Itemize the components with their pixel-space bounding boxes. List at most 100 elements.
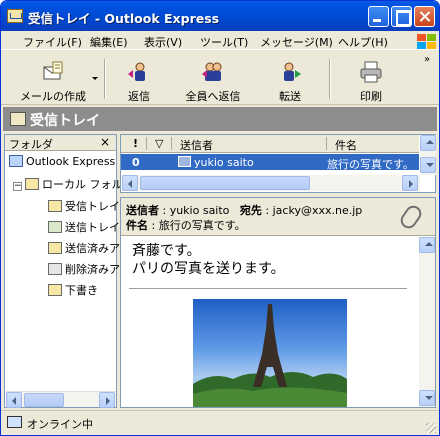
paperclip-icon[interactable]	[397, 202, 425, 232]
folders-pane: フォルダ × Outlook Express − ローカル フォルダ 受信トレイ …	[4, 134, 152, 408]
close-icon[interactable]: ×	[100, 135, 110, 149]
close-window-button[interactable]	[414, 6, 435, 27]
forward-label: 転送	[279, 90, 301, 103]
current-folder-title: 受信トレイ	[30, 113, 100, 129]
column-from[interactable]: 送信者	[180, 137, 213, 153]
scroll-down-button[interactable]	[420, 157, 436, 173]
from-cell: yukio saito	[194, 156, 254, 169]
menu-view[interactable]: 表示(V)	[144, 34, 182, 50]
message-body-line: パリの写真を送ります。	[132, 261, 285, 277]
print-button[interactable]: 印刷	[345, 57, 397, 105]
scroll-left-button[interactable]	[122, 175, 138, 191]
inbox-icon	[48, 200, 62, 212]
from-label: 送信者	[126, 204, 159, 217]
envelope-icon	[178, 156, 191, 167]
message-list-horizontal-scrollbar[interactable]	[122, 175, 420, 191]
column-divider[interactable]	[326, 137, 327, 150]
menu-help[interactable]: ヘルプ(H)	[338, 34, 388, 50]
printer-icon	[359, 61, 383, 83]
to-value: jacky@xxx.ne.jp	[272, 204, 363, 217]
folders-horizontal-scrollbar[interactable]	[6, 391, 116, 408]
outlook-express-window: 受信トレイ - Outlook Express ファイル(F) 編集(E) 表示…	[0, 0, 440, 436]
sent-items-icon	[48, 242, 62, 254]
print-label: 印刷	[360, 90, 382, 103]
menu-bar: ファイル(F) 編集(E) 表示(V) ツール(T) メッセージ(M) ヘルプ(…	[1, 31, 439, 50]
tree-item-label: 下書き	[65, 284, 98, 297]
column-divider[interactable]	[171, 137, 172, 150]
preview-vertical-scrollbar[interactable]	[419, 237, 435, 407]
create-mail-button[interactable]: メールの作成	[17, 57, 89, 105]
new-mail-icon	[41, 61, 65, 83]
menu-message[interactable]: メッセージ(M)	[260, 34, 333, 50]
inbox-icon	[10, 112, 26, 126]
to-label: 宛先	[239, 204, 262, 217]
scroll-thumb[interactable]	[140, 176, 310, 190]
scroll-right-button[interactable]	[402, 175, 418, 191]
tree-item-inbox[interactable]: 受信トレイ	[48, 198, 120, 214]
tree-item-label: 送信トレイ	[65, 221, 120, 234]
resize-grip[interactable]	[426, 423, 436, 433]
outlook-express-icon	[9, 155, 23, 167]
online-status-icon	[7, 416, 22, 428]
deleted-items-icon	[48, 263, 62, 275]
maximize-button[interactable]	[391, 6, 412, 27]
tree-item-local-folders[interactable]: − ローカル フォルダ	[13, 176, 134, 192]
collapse-icon[interactable]: −	[13, 182, 22, 191]
column-divider[interactable]	[146, 137, 147, 150]
scroll-up-button[interactable]	[419, 237, 435, 253]
folders-pane-title: フォルダ	[9, 138, 53, 151]
minimize-button[interactable]	[368, 6, 389, 27]
column-attachment[interactable]: !	[133, 137, 138, 150]
scroll-right-button[interactable]	[99, 392, 115, 408]
preview-pane: 送信者 : yukio saito 宛先 : jacky@xxx.ne.jp 件…	[120, 197, 436, 408]
tree-item-label: 受信トレイ	[65, 200, 120, 213]
outbox-icon	[48, 221, 62, 233]
tree-item-drafts[interactable]: 下書き	[48, 282, 98, 298]
reply-all-label: 全員へ返信	[185, 90, 241, 103]
toolbar-overflow-chevron[interactable]: »	[424, 54, 430, 65]
eiffel-tower-photo	[193, 299, 347, 407]
preview-header: 送信者 : yukio saito 宛先 : jacky@xxx.ne.jp 件…	[121, 198, 435, 236]
preview-subject-line: 件名 : 旅行の写真です。	[126, 219, 246, 232]
column-flag[interactable]: ▽	[155, 137, 163, 150]
body-divider	[129, 288, 407, 289]
status-text: オンライン中	[27, 418, 93, 431]
windows-logo-icon	[416, 33, 436, 49]
subject-cell: 旅行の写真です。	[327, 158, 414, 171]
tree-item-label: Outlook Express	[26, 155, 116, 168]
message-list-vertical-scrollbar[interactable]	[420, 135, 436, 175]
title-bar[interactable]: 受信トレイ - Outlook Express	[1, 1, 439, 31]
folder-bar[interactable]: 受信トレイ	[3, 107, 437, 131]
toolbar-separator	[329, 59, 331, 99]
menu-edit[interactable]: 編集(E)	[90, 34, 128, 50]
scroll-up-button[interactable]	[420, 135, 436, 151]
drafts-icon	[48, 284, 62, 296]
message-row[interactable]: 0 yukio saito 旅行の写真です。	[121, 154, 419, 171]
window-title: 受信トレイ - Outlook Express	[28, 11, 220, 26]
create-mail-dropdown-arrow[interactable]	[92, 77, 98, 80]
scroll-thumb[interactable]	[24, 393, 64, 407]
create-mail-label: メールの作成	[20, 90, 86, 103]
forward-button[interactable]: 転送	[268, 57, 312, 105]
local-folders-icon	[25, 178, 39, 190]
from-value: yukio saito	[169, 204, 230, 217]
tree-item-outbox[interactable]: 送信トレイ	[48, 219, 120, 235]
column-subject[interactable]: 件名	[335, 137, 357, 153]
toolbar-separator	[104, 59, 106, 99]
inbox-app-icon	[7, 9, 23, 23]
scroll-left-button[interactable]	[6, 392, 22, 408]
menu-tools[interactable]: ツール(T)	[200, 34, 248, 50]
subject-label: 件名	[126, 219, 148, 232]
message-body-line: 斉藤です。	[132, 243, 201, 259]
tree-item-outlook-express[interactable]: Outlook Express	[9, 155, 115, 168]
reply-all-button[interactable]: 全員へ返信	[177, 57, 249, 105]
status-bar: オンライン中	[1, 410, 439, 435]
scroll-down-button[interactable]	[419, 390, 435, 406]
menu-file[interactable]: ファイル(F)	[23, 34, 82, 50]
folders-pane-header: フォルダ ×	[5, 135, 116, 151]
reply-label: 返信	[128, 90, 150, 103]
subject-value: 旅行の写真です。	[158, 219, 246, 232]
forward-icon	[278, 61, 302, 83]
message-list-header: ! ▽ 送信者 件名	[121, 135, 419, 153]
reply-button[interactable]: 返信	[117, 57, 161, 105]
